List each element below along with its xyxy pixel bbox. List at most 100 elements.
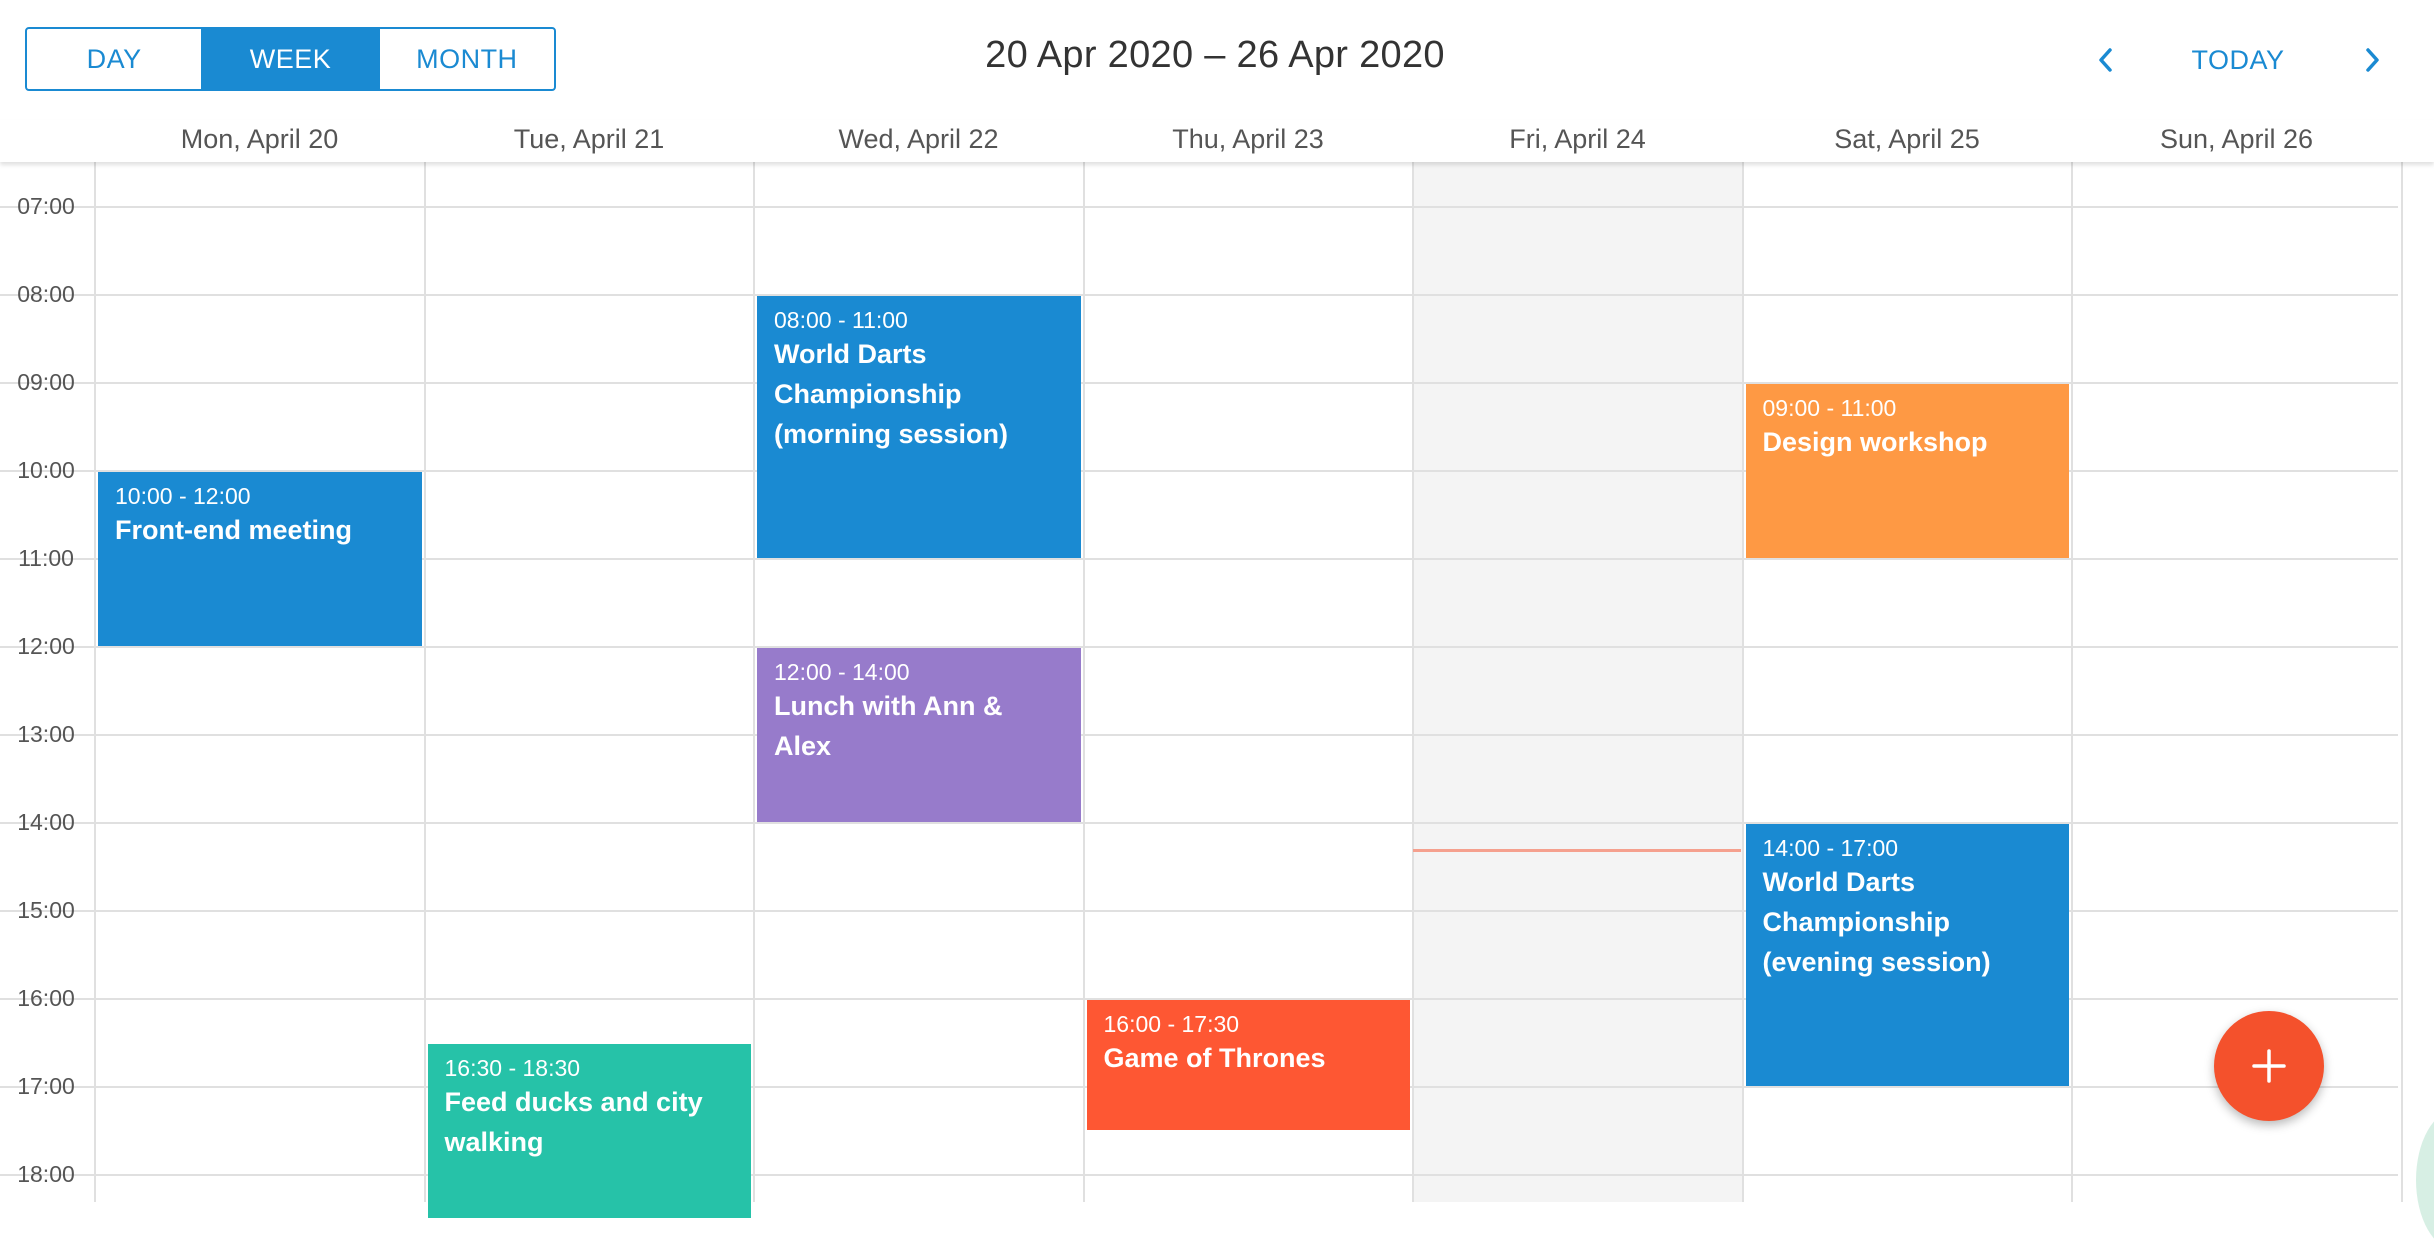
time-slot-cell[interactable]: [426, 824, 754, 910]
time-slot-cell[interactable]: [96, 208, 424, 294]
time-slot-cell[interactable]: [426, 208, 754, 294]
day-header: Wed, April 22: [838, 124, 999, 154]
time-slot-cell[interactable]: [1744, 1088, 2072, 1174]
event-card[interactable]: 09:00 - 11:00 Design workshop: [1745, 384, 2069, 558]
plus-icon: [2252, 1049, 2286, 1083]
event-card[interactable]: 16:00 - 17:30 Game of Thrones: [1086, 1000, 1410, 1130]
day-gridline: [2400, 162, 2403, 1202]
day-header: Thu, April 23: [1172, 124, 1324, 154]
time-slot-cell[interactable]: [1414, 384, 1742, 470]
previous-week-button[interactable]: [2086, 36, 2126, 84]
time-slot-cell[interactable]: [1414, 560, 1742, 646]
time-slot-cell[interactable]: [2073, 912, 2401, 998]
time-slot-cell[interactable]: [1414, 472, 1742, 558]
time-slot-cell[interactable]: [1414, 912, 1742, 998]
time-slot-cell[interactable]: [1085, 384, 1413, 470]
time-slot-cell[interactable]: [2073, 296, 2401, 382]
time-slot-cell[interactable]: [426, 736, 754, 822]
calendar-toolbar: DAY WEEK MONTH 20 Apr 2020 – 26 Apr 2020…: [0, 0, 2434, 120]
event-title: World Darts Championship (evening sessio…: [1762, 867, 1991, 977]
next-week-button[interactable]: [2352, 36, 2392, 84]
time-slot-cell[interactable]: [1744, 736, 2072, 822]
event-card[interactable]: 10:00 - 12:00 Front-end meeting: [98, 472, 422, 646]
time-slot-cell[interactable]: [1085, 560, 1413, 646]
time-slot-cell[interactable]: [1085, 912, 1413, 998]
day-header: Tue, April 21: [513, 124, 665, 154]
view-day-button[interactable]: DAY: [27, 29, 204, 89]
time-label: 16:00: [17, 985, 75, 1011]
chevron-left-icon: [2099, 48, 2112, 72]
time-slot-cell[interactable]: [2073, 736, 2401, 822]
time-label: 14:00: [17, 809, 75, 835]
time-slot-cell[interactable]: [426, 912, 754, 998]
time-slot-cell[interactable]: [755, 912, 1083, 998]
time-slot-cell[interactable]: [1085, 296, 1413, 382]
event-card[interactable]: 14:00 - 17:00 World Darts Championship (e…: [1745, 824, 2069, 1086]
time-slot-cell[interactable]: [1744, 296, 2072, 382]
event-card[interactable]: 08:00 - 11:00 World Darts Championship (m…: [757, 296, 1081, 558]
time-slot-cell[interactable]: [1744, 560, 2072, 646]
time-slot-cell[interactable]: [1085, 208, 1413, 294]
time-slot-cell[interactable]: [1744, 208, 2072, 294]
time-slot-cell[interactable]: [1414, 1088, 1742, 1174]
event-time: 09:00 - 11:00: [1762, 395, 1897, 421]
event-title: Feed ducks and city walking: [444, 1087, 703, 1157]
event-title: Front-end meeting: [115, 515, 352, 545]
time-slot-cell[interactable]: [96, 296, 424, 382]
time-label: 15:00: [17, 897, 75, 923]
time-slot-cell[interactable]: [2073, 824, 2401, 910]
event-time: 16:30 - 18:30: [444, 1055, 581, 1081]
event-time: 08:00 - 11:00: [774, 307, 908, 333]
time-label: 08:00: [17, 281, 75, 307]
time-slot-cell[interactable]: [1414, 296, 1742, 382]
event-time: 10:00 - 12:00: [115, 483, 251, 509]
time-slot-cell[interactable]: [426, 648, 754, 734]
time-slot-cell[interactable]: [426, 296, 754, 382]
time-slot-cell[interactable]: [1414, 1000, 1742, 1086]
today-button[interactable]: TODAY: [2176, 40, 2300, 80]
time-slot-cell[interactable]: [1085, 824, 1413, 910]
time-slot-cell[interactable]: [1414, 208, 1742, 294]
time-label: 09:00: [17, 369, 75, 395]
time-slot-cell[interactable]: [755, 208, 1083, 294]
time-slot-cell[interactable]: [755, 1000, 1083, 1086]
time-slot-cell[interactable]: [426, 384, 754, 470]
time-slot-cell[interactable]: [2073, 208, 2401, 294]
time-slot-cell[interactable]: [96, 648, 424, 734]
event-card[interactable]: 12:00 - 14:00 Lunch with Ann & Alex: [757, 648, 1081, 822]
time-slot-cell[interactable]: [2073, 648, 2401, 734]
time-slot-cell[interactable]: [96, 1000, 424, 1086]
time-slot-cell[interactable]: [426, 560, 754, 646]
time-slot-cell[interactable]: [1414, 648, 1742, 734]
time-slot-cell[interactable]: [1085, 472, 1413, 558]
time-slot-cell[interactable]: [1744, 648, 2072, 734]
time-slot-cell[interactable]: [755, 560, 1083, 646]
event-title: World Darts Championship (morning sessio…: [774, 339, 1009, 449]
view-week-button[interactable]: WEEK: [203, 29, 380, 89]
time-slot-cell[interactable]: [426, 472, 754, 558]
time-slot-cell[interactable]: [755, 824, 1083, 910]
time-slot-cell[interactable]: [96, 736, 424, 822]
view-switcher: DAY WEEK MONTH: [25, 27, 556, 91]
time-slot-cell[interactable]: [755, 1088, 1083, 1174]
time-slot-cell[interactable]: [2073, 384, 2401, 470]
time-slot-cell[interactable]: [96, 912, 424, 998]
time-slot-cell[interactable]: [1085, 648, 1413, 734]
time-slot-cell[interactable]: [96, 824, 424, 910]
add-event-button[interactable]: [2214, 1011, 2324, 1121]
time-slot-cell[interactable]: [96, 1088, 424, 1174]
event-title: Lunch with Ann & Alex: [774, 691, 1003, 761]
time-slot-cell[interactable]: [1414, 736, 1742, 822]
event-time: 14:00 - 17:00: [1762, 835, 1899, 861]
time-slot-cell[interactable]: [1414, 824, 1742, 910]
time-slot-cell[interactable]: [2073, 472, 2401, 558]
time-slot-cell[interactable]: [96, 384, 424, 470]
time-label: 11:00: [18, 545, 74, 571]
day-header: Sun, April 26: [2159, 124, 2314, 154]
chevron-right-icon: [2366, 48, 2379, 72]
time-slot-cell[interactable]: [2073, 560, 2401, 646]
time-slot-cell[interactable]: [1085, 736, 1413, 822]
event-card[interactable]: 16:30 - 18:30 Feed ducks and city walking: [427, 1044, 751, 1218]
time-label: 18:00: [17, 1161, 75, 1187]
view-month-button[interactable]: MONTH: [380, 29, 554, 89]
